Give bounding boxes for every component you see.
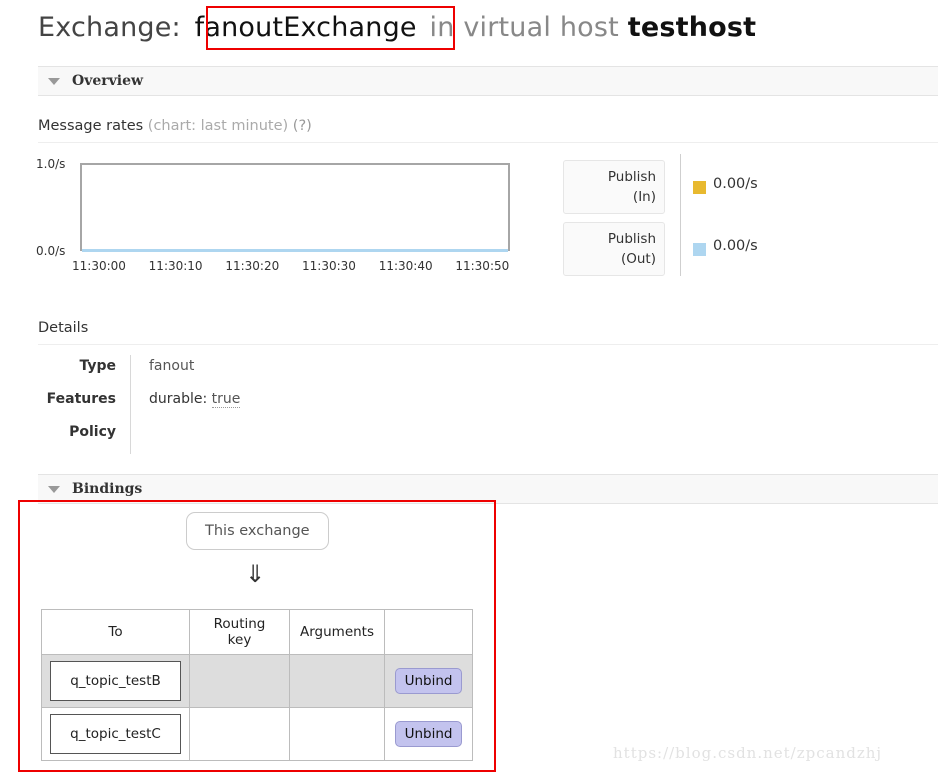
legend-swatch-publish-in	[693, 181, 706, 194]
queue-link-q-topic-testC[interactable]: q_topic_testC	[50, 714, 181, 754]
x-axis-ticks: 11:30:00 11:30:10 11:30:20 11:30:30 11:3…	[72, 259, 532, 273]
page-title: Exchange: fanoutExchange in virtual host…	[38, 10, 756, 46]
chart-plot-area	[80, 163, 510, 252]
help-icon[interactable]: (?)	[293, 118, 312, 134]
binding-action-cell: Unbind	[384, 654, 474, 708]
details-row-features: Features durable: true	[38, 388, 538, 421]
details-heading: Details	[38, 320, 938, 345]
section-header-bindings[interactable]: Bindings	[38, 474, 938, 504]
page-title-prefix: Exchange:	[38, 12, 181, 43]
message-rates-heading: Message rates (chart: last minute) (?)	[38, 118, 938, 143]
unbind-button[interactable]: Unbind	[394, 721, 463, 747]
legend-value-publish-out: 0.00/s	[713, 238, 758, 254]
details-value-features: durable: true	[130, 388, 538, 421]
details-table: Type fanout Features durable: true Polic…	[38, 355, 538, 454]
legend-button-publish-out-line2: (Out)	[620, 251, 656, 267]
details-heading-label: Details	[38, 320, 89, 336]
section-header-overview[interactable]: Overview	[38, 66, 938, 96]
triangle-down-icon[interactable]	[48, 485, 60, 493]
legend-button-publish-out[interactable]: Publish (Out)	[563, 222, 665, 276]
legend-button-publish-out-line1: Publish	[607, 231, 656, 247]
chart-legend: Publish (In) 0.00/s Publish (Out) 0.00/s	[563, 154, 813, 276]
legend-button-publish-in[interactable]: Publish (In)	[563, 160, 665, 214]
legend-value-publish-in: 0.00/s	[713, 176, 758, 192]
bindings-table-header-row: To Routing key Arguments	[41, 609, 474, 655]
details-key-policy: Policy	[69, 424, 116, 440]
double-down-arrow-icon: ⇓	[244, 560, 266, 588]
exchange-name: fanoutExchange	[194, 12, 417, 43]
vhost-name: testhost	[627, 12, 757, 43]
legend-row-publish-in: Publish (In) 0.00/s	[563, 160, 813, 214]
section-header-overview-label: Overview	[72, 73, 144, 89]
column-header-routing-key: Routing key	[189, 609, 290, 655]
x-axis-tick: 11:30:10	[148, 259, 203, 273]
column-header-to: To	[41, 609, 190, 655]
triangle-down-icon[interactable]	[48, 77, 60, 85]
watermark: https://blog.csdn.net/zpcandzhj	[613, 744, 883, 762]
section-header-bindings-label: Bindings	[72, 481, 143, 497]
this-exchange-box[interactable]: This exchange	[186, 512, 329, 550]
feature-value-durable: true	[211, 391, 241, 408]
legend-swatch-publish-out	[693, 243, 706, 256]
binding-routing-key-cell	[189, 654, 290, 708]
column-header-arguments: Arguments	[288, 609, 386, 655]
queue-link-q-topic-testB[interactable]: q_topic_testB	[50, 661, 181, 701]
details-row-type: Type fanout	[38, 355, 538, 388]
details-value-type: fanout	[130, 355, 538, 388]
x-axis-tick: 11:30:30	[302, 259, 356, 273]
details-key-features: Features	[46, 391, 116, 407]
unbind-button[interactable]: Unbind	[394, 668, 463, 694]
message-rates-heading-label: Message rates	[38, 118, 144, 134]
binding-arguments-cell	[288, 707, 386, 761]
bindings-table: To Routing key Arguments q_topic_testB U…	[41, 609, 474, 761]
legend-button-publish-in-line1: Publish	[607, 169, 656, 185]
binding-routing-key-cell	[189, 707, 290, 761]
details-row-policy: Policy	[38, 421, 538, 454]
binding-to-cell: q_topic_testB	[41, 654, 190, 708]
table-row: q_topic_testB Unbind	[41, 654, 474, 708]
x-axis-tick: 11:30:40	[378, 259, 433, 273]
x-axis-tick: 11:30:50	[455, 259, 510, 273]
binding-to-cell: q_topic_testC	[41, 707, 190, 761]
details-key-type: Type	[79, 358, 116, 374]
column-header-actions	[384, 609, 474, 655]
page-title-middle: in virtual host	[429, 12, 619, 43]
binding-arguments-cell	[288, 654, 386, 708]
chart-series-publish-out	[82, 249, 508, 252]
x-axis-tick: 11:30:00	[72, 259, 126, 273]
legend-row-publish-out: Publish (Out) 0.00/s	[563, 222, 813, 276]
x-axis-tick: 11:30:20	[225, 259, 280, 273]
details-value-policy	[130, 421, 538, 454]
feature-label-durable: durable:	[149, 391, 208, 407]
message-rates-heading-note: (chart: last minute)	[147, 118, 289, 134]
binding-action-cell: Unbind	[384, 707, 474, 761]
table-row: q_topic_testC Unbind	[41, 707, 474, 761]
legend-button-publish-in-line2: (In)	[632, 189, 656, 205]
